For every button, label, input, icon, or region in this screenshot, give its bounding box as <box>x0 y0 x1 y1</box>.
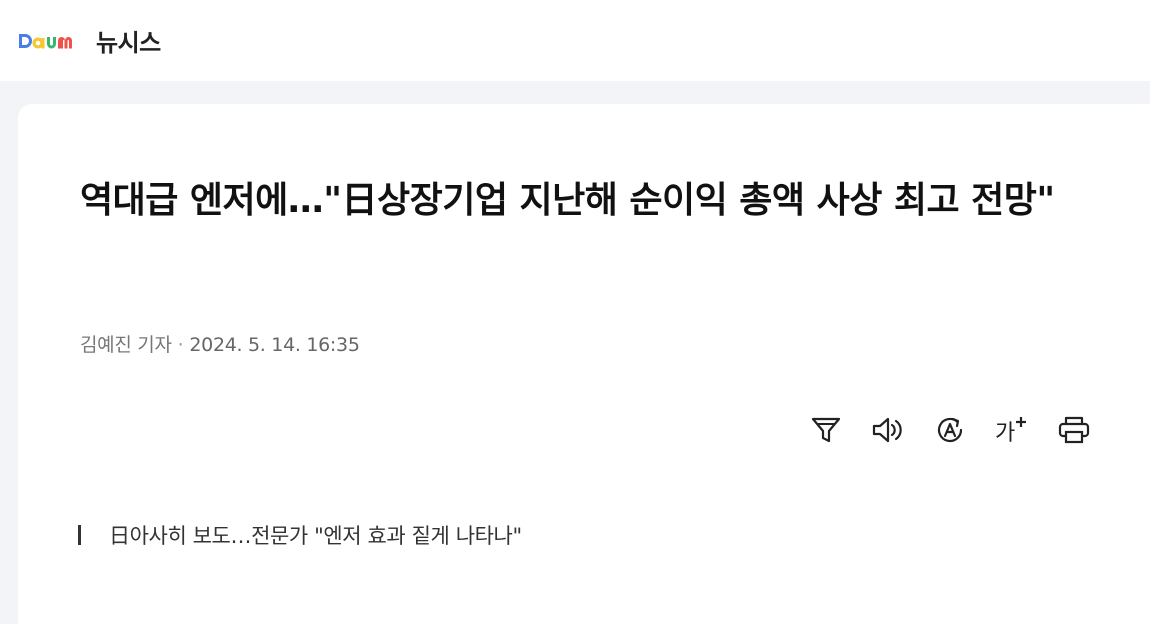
font-size-icon: 가 <box>995 417 1026 446</box>
article-toolbar: 가 <box>806 410 1094 450</box>
article-subtitle: 日아사히 보도…전문가 "엔저 효과 짙게 나타나" <box>109 524 522 548</box>
daum-logo-mark <box>19 33 72 48</box>
article-datetime: 2024. 5. 14. 16:35 <box>189 334 360 356</box>
article-subtitle-block: 日아사히 보도…전문가 "엔저 효과 짙게 나타나" <box>78 520 522 550</box>
speaker-icon <box>872 417 902 443</box>
translate-icon <box>937 417 963 443</box>
translate-button[interactable] <box>930 410 970 450</box>
filter-icon <box>811 417 841 443</box>
font-size-label: 가 <box>995 421 1015 446</box>
daum-logo[interactable] <box>18 26 84 56</box>
filter-button[interactable] <box>806 410 846 450</box>
print-button[interactable] <box>1054 410 1094 450</box>
article-title: 역대급 엔저에…"日상장기업 지난해 순이익 총액 사상 최고 전망" <box>80 180 1055 221</box>
article-byline: 김예진 기자 · 2024. 5. 14. 16:35 <box>80 330 360 357</box>
font-size-button[interactable]: 가 <box>992 410 1032 450</box>
top-bar: 뉴시스 <box>0 0 1150 81</box>
speaker-button[interactable] <box>868 410 908 450</box>
reporter-name: 김예진 기자 <box>80 334 172 356</box>
subtitle-bar <box>78 525 81 545</box>
byline-separator: · <box>177 334 184 356</box>
print-icon <box>1058 416 1090 444</box>
press-name[interactable]: 뉴시스 <box>96 23 161 58</box>
